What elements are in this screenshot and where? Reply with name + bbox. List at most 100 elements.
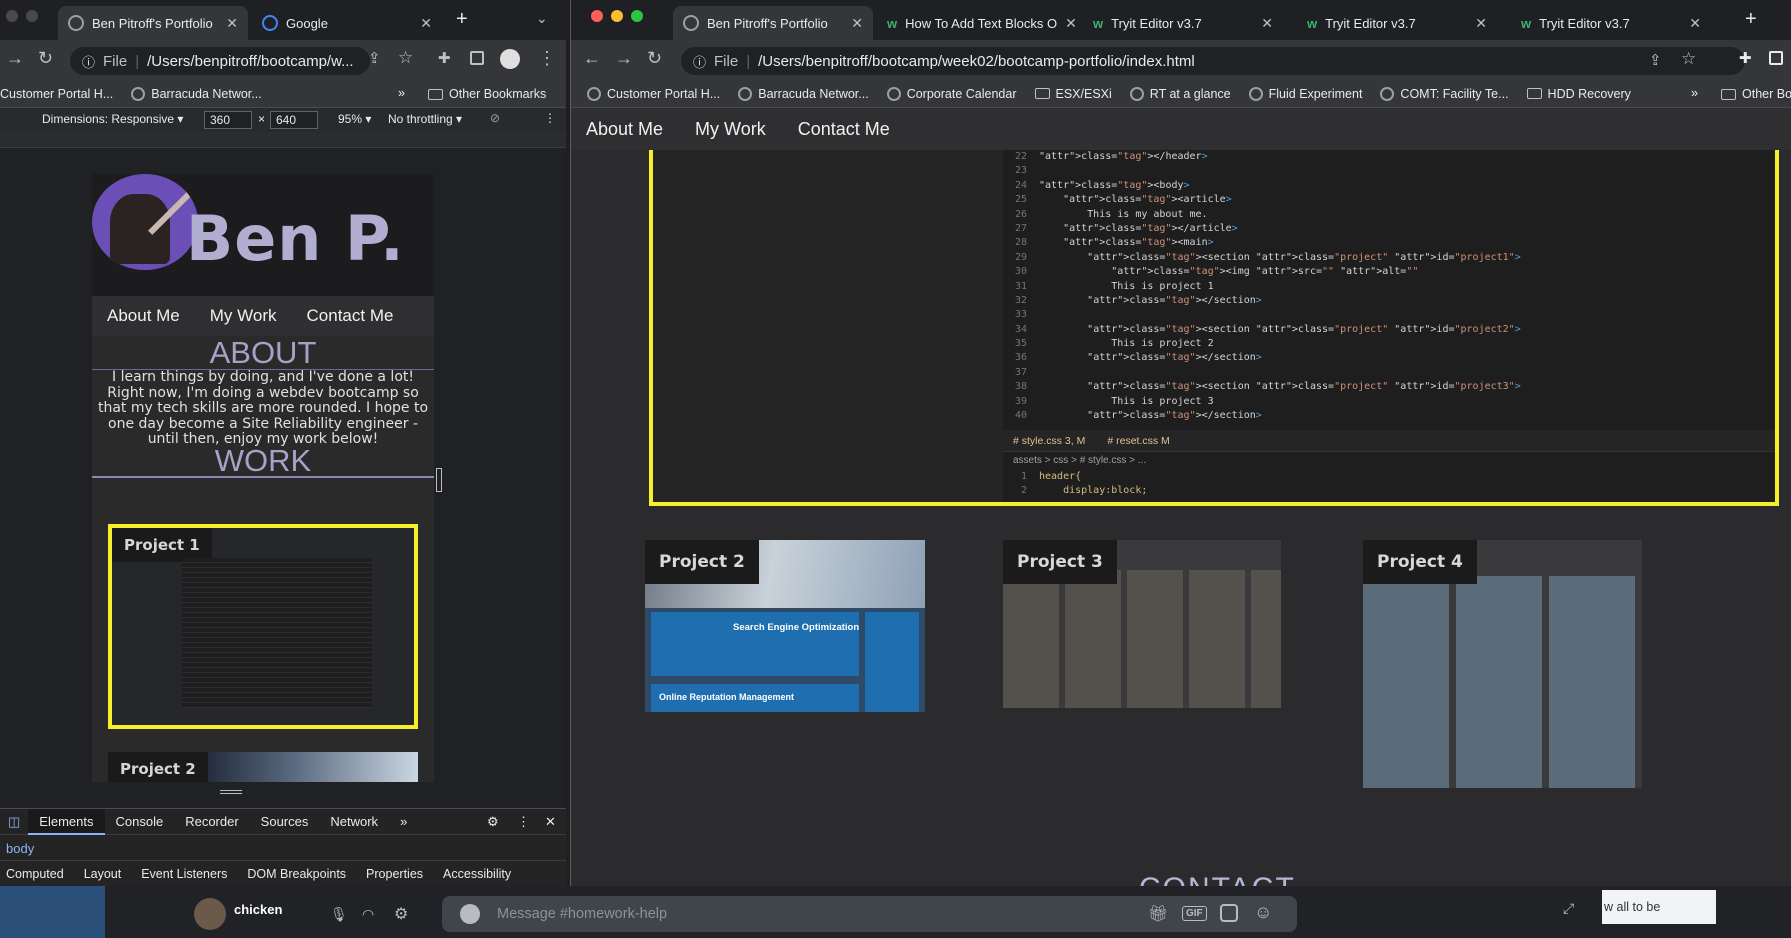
window-minimize-dot[interactable] [26,10,38,22]
share-icon[interactable]: ⇪ [1649,51,1662,69]
sidebar-icon[interactable] [470,51,484,65]
menu-icon[interactable]: ⋮ [538,48,556,69]
extensions-icon[interactable]: ✚ [1739,49,1752,67]
subtab-properties[interactable]: Properties [366,867,423,885]
project-2-card[interactable]: Project 2 Search Engine Optimization Onl… [645,540,925,712]
tab-portfolio[interactable]: Ben Pitroff's Portfolio ✕ [58,6,248,40]
forward-icon[interactable]: → [615,48,633,69]
tab-search-icon[interactable]: ⌄ [536,10,548,27]
star-icon[interactable]: ☆ [1681,49,1696,69]
sidebar-icon[interactable] [1769,51,1783,65]
other-bookmarks[interactable]: Other Bo [1721,87,1791,101]
throttle-select[interactable]: No throttling ▾ [388,112,462,126]
subtab-accessibility[interactable]: Accessibility [443,867,511,885]
tab-sources[interactable]: Sources [250,809,320,835]
address-bar[interactable]: ⓘ File | /Users/benpitroff/bootcamp/week… [681,47,1745,75]
close-icon[interactable]: ✕ [226,15,238,32]
nav-about-me[interactable]: About Me [586,119,663,140]
window-minimize-button[interactable] [611,10,623,22]
close-icon[interactable]: ✕ [1475,15,1487,32]
bookmark-item[interactable]: RT at a glance [1129,86,1231,101]
window-zoom-button[interactable] [631,10,643,22]
selected-node[interactable]: body [6,841,34,856]
window-close-button[interactable] [591,10,603,22]
new-tab-icon[interactable]: + [1745,8,1757,31]
viewport-height-input[interactable]: 640 [270,111,318,129]
forward-icon[interactable]: → [6,48,24,69]
back-icon[interactable]: ← [583,48,601,69]
emoji-icon[interactable]: ☺ [1254,902,1272,923]
bookmark-item[interactable]: Corporate Calendar [886,86,1017,101]
nav-my-work[interactable]: My Work [695,119,766,140]
tab-google[interactable]: Google ✕ [252,6,442,40]
microphone-icon[interactable]: 🎙︎ [330,906,348,923]
more-bookmarks-icon[interactable]: » [1691,86,1698,100]
reload-icon[interactable]: ↻ [647,48,662,69]
gift-icon[interactable]: 🎁︎ [1148,904,1168,924]
tab-network[interactable]: Network [319,809,389,835]
other-bookmarks[interactable]: Other Bookmarks [428,87,546,101]
nav-my-work[interactable]: My Work [210,306,277,326]
tab-elements[interactable]: Elements [28,808,105,835]
rotate-icon[interactable]: ⊘ [490,111,500,125]
tab-recorder[interactable]: Recorder [174,809,249,835]
window-close-dot[interactable] [6,10,18,22]
bookmark-folder[interactable]: HDD Recovery [1526,87,1631,101]
add-attachment-icon[interactable] [460,904,480,924]
headphones-icon[interactable]: ◠ [362,906,374,923]
project-1-card[interactable]: Project 1 [108,524,418,729]
close-icon[interactable]: ✕ [1689,15,1701,32]
share-icon[interactable]: ⇪ [368,49,381,67]
dimensions-select[interactable]: Dimensions: Responsive ▾ [42,112,183,126]
tab-tryit-3[interactable]: w Tryit Editor v3.7 ✕ [1511,6,1711,40]
close-icon[interactable]: ✕ [1261,15,1273,32]
nav-about-me[interactable]: About Me [107,306,180,326]
close-icon[interactable]: ✕ [534,809,566,835]
bookmark-item[interactable]: COMT: Facility Te... [1380,86,1509,101]
settings-icon[interactable]: ⚙ [394,904,408,924]
bookmark-item[interactable]: Barracuda Networ... [738,86,869,101]
subtab-layout[interactable]: Layout [84,867,122,885]
tab-tryit-1[interactable]: w Tryit Editor v3.7 ✕ [1083,6,1283,40]
more-bookmarks-icon[interactable]: » [398,86,405,100]
bookmark-item[interactable]: Fluid Experiment [1248,86,1362,101]
resize-handle[interactable] [436,468,442,492]
expand-icon[interactable]: ⤢ [1563,900,1574,917]
viewport-width-input[interactable]: 360 [204,111,252,129]
avatar[interactable] [194,898,226,930]
project-3-card[interactable]: Project 3 [1003,540,1281,708]
close-icon[interactable]: ✕ [851,15,863,32]
profile-avatar[interactable] [500,49,520,69]
nav-contact-me[interactable]: Contact Me [307,306,394,326]
zoom-select[interactable]: 95% ▾ [338,112,371,126]
new-tab-icon[interactable]: + [456,8,468,31]
star-icon[interactable]: ☆ [398,48,413,68]
sticker-icon[interactable] [1220,904,1238,922]
extensions-icon[interactable]: ✚ [438,49,451,67]
bottom-resize-handle[interactable] [220,790,242,794]
tab-console[interactable]: Console [105,809,175,835]
toast-preview[interactable]: w all to be [1602,890,1716,924]
tab-tryit-2[interactable]: w Tryit Editor v3.7 ✕ [1297,6,1497,40]
inspect-icon[interactable]: ◫ [0,809,28,835]
address-bar[interactable]: ⓘ File | /Users/benpitroff/bootcamp/w... [70,47,370,75]
tab-text-blocks[interactable]: w How To Add Text Blocks O ✕ [877,6,1077,40]
more-tabs-icon[interactable]: » [389,809,418,835]
close-icon[interactable]: ✕ [420,15,432,32]
more-options-icon[interactable]: ⋮ [544,111,556,125]
tab-portfolio[interactable]: Ben Pitroff's Portfolio ✕ [673,6,873,40]
nav-contact-me[interactable]: Contact Me [798,119,890,140]
close-icon[interactable]: ✕ [1065,15,1077,32]
settings-icon[interactable]: ⚙ [476,809,510,835]
reload-icon[interactable]: ↻ [38,48,53,69]
bookmark-folder[interactable]: ESX/ESXi [1034,87,1112,101]
bookmark-item[interactable]: Customer Portal H... [0,87,113,101]
subtab-event-listeners[interactable]: Event Listeners [141,867,227,885]
message-input[interactable]: Message #homework-help 🎁︎ GIF ☺ [442,896,1297,932]
gif-icon[interactable]: GIF [1182,906,1207,921]
project-4-card[interactable]: Project 4 [1363,540,1642,788]
project-1-card[interactable]: 22 "attr">class="tag"></header> 23 24 "attr"… [649,150,1779,506]
subtab-dom-breakpoints[interactable]: DOM Breakpoints [247,867,346,885]
subtab-computed[interactable]: Computed [6,867,64,885]
bookmark-item[interactable]: Customer Portal H... [587,86,720,101]
